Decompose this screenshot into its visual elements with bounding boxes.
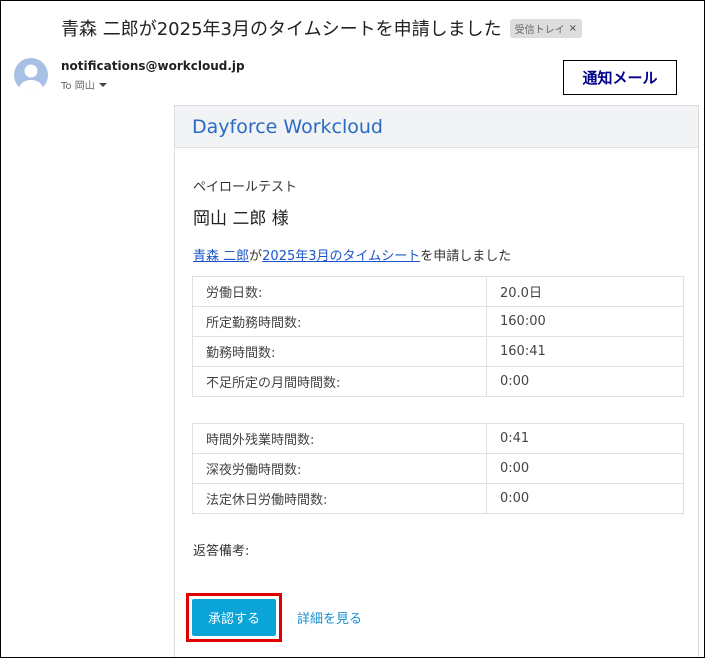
approve-button[interactable]: 承認する [192, 599, 276, 636]
inbox-label-text: 受信トレイ [514, 24, 565, 36]
request-message: 青森 二郎が2025年3月のタイムシートを申請しました [193, 245, 511, 264]
notice-annotation-box: 通知メール [563, 60, 677, 95]
recipient-name: 岡山 二郎 様 [193, 209, 289, 229]
row-value: 0:41 [486, 423, 684, 454]
table-row: 所定勤務時間数: 160:00 [192, 306, 684, 337]
row-label: 労働日数: [192, 276, 487, 307]
notice-annotation-label: 通知メール [582, 69, 658, 87]
table-row: 法定休日労働時間数: 0:00 [192, 483, 684, 514]
recipient-line[interactable]: To 岡山 [61, 77, 107, 92]
row-value: 0:00 [486, 453, 684, 484]
recipient-text: To 岡山 [61, 81, 95, 92]
chevron-down-icon[interactable] [98, 82, 107, 87]
row-value: 20.0日 [486, 276, 684, 307]
row-value: 0:00 [486, 483, 684, 514]
brand-title: Dayforce Workcloud [192, 115, 383, 138]
remarks-label: 返答備考: [193, 544, 250, 559]
row-label: 勤務時間数: [192, 336, 487, 367]
timesheet-link[interactable]: 2025年3月のタイムシート [262, 249, 420, 264]
applicant-link[interactable]: 青森 二郎 [193, 249, 249, 264]
work-summary-table: 労働日数: 20.0日 所定勤務時間数: 160:00 勤務時間数: 160:4… [192, 276, 684, 397]
row-value: 160:41 [486, 336, 684, 367]
table-row: 時間外残業時間数: 0:41 [192, 423, 684, 454]
row-value: 160:00 [486, 306, 684, 337]
email-subject: 青森 二郎が2025年3月のタイムシートを申請しました [61, 19, 502, 40]
row-label: 時間外残業時間数: [192, 423, 487, 454]
table-row: 不足所定の月間時間数: 0:00 [192, 366, 684, 397]
notification-card: Dayforce Workcloud ペイロールテスト 岡山 二郎 様 青森 二… [174, 105, 699, 657]
table-row: 労働日数: 20.0日 [192, 276, 684, 307]
row-label: 深夜労働時間数: [192, 453, 487, 484]
message-suffix: を申請しました [420, 249, 512, 264]
row-label: 不足所定の月間時間数: [192, 366, 487, 397]
table-row: 深夜労働時間数: 0:00 [192, 453, 684, 484]
overtime-table: 時間外残業時間数: 0:41 深夜労働時間数: 0:00 法定休日労働時間数: … [192, 423, 684, 514]
message-particle: が [249, 249, 263, 264]
card-header: Dayforce Workcloud [175, 106, 698, 148]
approve-highlight-outline: 承認する [186, 593, 282, 642]
remove-label-icon[interactable]: × [569, 23, 577, 34]
sender-avatar-icon [14, 58, 48, 92]
inbox-label-chip[interactable]: 受信トレイ × [509, 18, 583, 38]
company-name: ペイロールテスト [193, 180, 298, 195]
subject-row: 青森 二郎が2025年3月のタイムシートを申請しました 受信トレイ × [61, 15, 583, 41]
table-row: 勤務時間数: 160:41 [192, 336, 684, 367]
row-value: 0:00 [486, 366, 684, 397]
sender-address: notifications@workcloud.jp [61, 59, 245, 73]
row-label: 法定休日労働時間数: [192, 483, 487, 514]
view-details-link[interactable]: 詳細を見る [297, 608, 362, 627]
email-view: 青森 二郎が2025年3月のタイムシートを申請しました 受信トレイ × noti… [0, 0, 705, 658]
row-label: 所定勤務時間数: [192, 306, 487, 337]
